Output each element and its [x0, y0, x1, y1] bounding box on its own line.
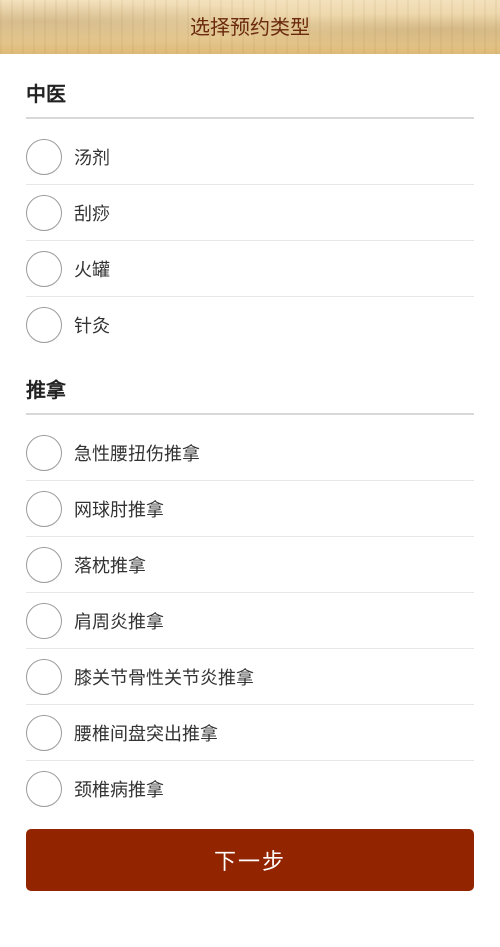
- option-item[interactable]: 腰椎间盘突出推拿: [26, 705, 474, 761]
- option-label: 颈椎病推拿: [74, 780, 164, 801]
- radio-button[interactable]: [26, 138, 62, 175]
- radio-button[interactable]: [26, 194, 62, 231]
- radio-button[interactable]: [26, 546, 62, 583]
- header-bar: 选择预约类型: [0, 0, 500, 54]
- option-label: 落枕推拿: [74, 555, 146, 577]
- option-label: 针灸: [74, 316, 110, 337]
- option-item[interactable]: 汤剂: [26, 129, 474, 185]
- section-divider: [26, 413, 474, 415]
- radio-button[interactable]: [26, 250, 62, 287]
- option-item[interactable]: 急性腰扭伤推拿: [26, 425, 474, 481]
- option-item[interactable]: 肩周炎推拿: [26, 593, 474, 649]
- option-label: 网球肘推拿: [74, 499, 164, 521]
- radio-button[interactable]: [26, 714, 62, 751]
- section-title-massage: 推拿: [26, 378, 66, 402]
- next-step-button[interactable]: 下一步: [26, 829, 474, 891]
- radio-button[interactable]: [26, 771, 62, 807]
- radio-button[interactable]: [26, 658, 62, 695]
- option-label: 汤剂: [74, 147, 110, 169]
- section-title-tcm: 中医: [26, 82, 66, 106]
- option-label: 膝关节骨性关节炎推拿: [74, 667, 254, 689]
- radio-button[interactable]: [26, 490, 62, 527]
- option-item[interactable]: 颈椎病推拿: [26, 761, 474, 817]
- option-item[interactable]: 火罐: [26, 241, 474, 297]
- option-item[interactable]: 刮痧: [26, 185, 474, 241]
- option-label: 刮痧: [74, 203, 110, 225]
- option-label: 火罐: [74, 259, 110, 281]
- option-item[interactable]: 膝关节骨性关节炎推拿: [26, 649, 474, 705]
- radio-button[interactable]: [26, 307, 62, 343]
- option-item[interactable]: 网球肘推拿: [26, 481, 474, 537]
- radio-button[interactable]: [26, 602, 62, 639]
- option-label: 急性腰扭伤推拿: [74, 443, 200, 465]
- section-divider: [26, 117, 474, 119]
- option-item[interactable]: 针灸: [26, 297, 474, 353]
- option-label: 肩周炎推拿: [74, 611, 164, 633]
- option-label: 腰椎间盘突出推拿: [74, 723, 218, 745]
- option-item[interactable]: 落枕推拿: [26, 537, 474, 593]
- radio-button[interactable]: [26, 434, 62, 471]
- page-title: 选择预约类型: [190, 15, 310, 39]
